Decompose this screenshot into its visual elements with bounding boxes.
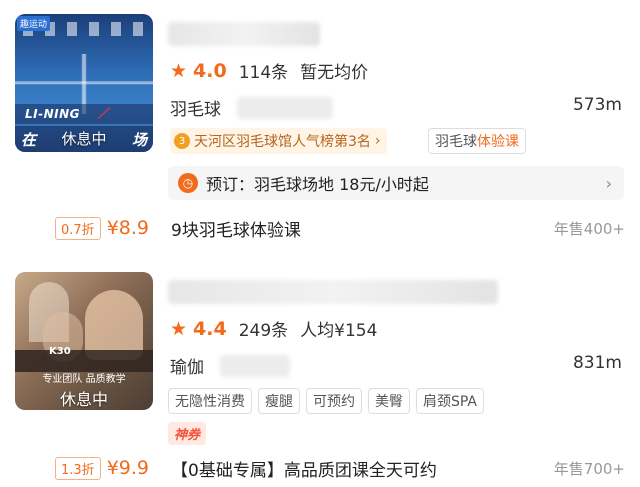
star-icon: ★ — [170, 317, 188, 340]
venue-name-blurred[interactable] — [168, 22, 320, 46]
venue-name-blurred[interactable] — [168, 280, 498, 304]
average-price: 暂无均价 — [300, 63, 369, 83]
medal-icon: 3 — [174, 133, 190, 149]
brand-banner: LI-NING ⟋ — [15, 104, 153, 124]
annual-sales: 年售400+ — [553, 219, 625, 238]
trial-tag-accent: 体验课 — [477, 134, 519, 150]
discount-badge: 0.7折 — [55, 216, 101, 240]
brand-label: LI-NING — [25, 107, 80, 121]
rating-score: 4.0 — [193, 59, 227, 82]
brand-label: K30 — [49, 346, 71, 357]
status-label: 休息中 — [59, 390, 108, 409]
feature-tag: 瘦腿 — [258, 388, 300, 414]
feature-tag: 可预约 — [306, 388, 362, 414]
area-blurred — [220, 354, 290, 377]
trial-tag-prefix: 羽毛球 — [435, 134, 477, 150]
deal-title: 9块羽毛球体验课 — [171, 220, 301, 241]
deal-price: ¥9.9 — [106, 457, 149, 479]
deal-row[interactable]: 1.3折 ¥9.9 【0基础专属】高品质团课全天可约 年售700+ — [55, 454, 625, 482]
rating-row: ★ 4.4 249条 人均¥154 — [170, 316, 378, 342]
category-row: 瑜伽 — [170, 353, 290, 378]
chevron-right-icon: › — [374, 133, 381, 149]
category-label: 羽毛球 — [170, 100, 221, 120]
review-count[interactable]: 114条 — [239, 58, 288, 83]
review-count[interactable]: 249条 — [239, 316, 288, 341]
booking-entry[interactable]: ◷ 预订：羽毛球场地 18元/小时起 › — [168, 166, 624, 200]
rating-row: ★ 4.0 114条 暂无均价 — [170, 58, 369, 84]
coupon-badge: 神券 — [168, 422, 207, 445]
venue-thumbnail[interactable]: 趣运动 LI-NING ⟋ 在 场 休息中 — [15, 14, 153, 152]
feature-tag: 无隐性消费 — [168, 388, 252, 414]
chevron-right-icon: › — [605, 173, 612, 193]
category-label: 瑜伽 — [170, 358, 204, 378]
distance-label: 573m — [572, 95, 622, 115]
category-row: 羽毛球 — [170, 95, 333, 120]
listing-card-yoga[interactable]: K30 专业团队 品质教学 休息中 ★ 4.4 249条 人均¥154 瑜伽 8… — [0, 258, 640, 487]
booking-text: 预订：羽毛球场地 18元/小时起 — [206, 175, 429, 194]
feature-tags: 无隐性消费 瘦腿 可预约 美臀 肩颈SPA — [168, 388, 490, 414]
trial-class-tag: 羽毛球 体验课 — [428, 128, 526, 154]
rating-score: 4.4 — [193, 317, 227, 340]
deal-price: ¥8.9 — [106, 217, 149, 239]
equipment-decoration — [15, 350, 153, 372]
feature-tag: 肩颈SPA — [416, 388, 485, 414]
slogan-text: 专业团队 品质教学 — [42, 374, 126, 385]
thumbnail-corner-tag: 趣运动 — [17, 16, 51, 31]
deal-row[interactable]: 0.7折 ¥8.9 9块羽毛球体验课 年售400+ — [55, 214, 625, 242]
feature-tag: 美臀 — [368, 388, 410, 414]
ranking-text: 天河区羽毛球馆人气榜第3名 — [194, 134, 371, 150]
discount-badge: 1.3折 — [55, 456, 101, 480]
annual-sales: 年售700+ — [553, 459, 625, 478]
star-icon: ★ — [170, 59, 188, 82]
ranking-badge[interactable]: 3 天河区羽毛球馆人气榜第3名 › — [170, 128, 387, 154]
clock-icon: ◷ — [178, 173, 198, 193]
distance-label: 831m — [572, 353, 622, 373]
deal-title: 【0基础专属】高品质团课全天可约 — [171, 460, 437, 481]
status-label: 休息中 — [61, 130, 107, 148]
average-price: 人均¥154 — [300, 321, 378, 341]
area-blurred — [237, 96, 333, 119]
listing-card-badminton[interactable]: 趣运动 LI-NING ⟋ 在 场 休息中 ★ 4.0 114条 暂无均价 羽毛… — [0, 0, 640, 255]
venue-thumbnail[interactable]: K30 专业团队 品质教学 休息中 — [15, 272, 153, 410]
brand-logo-icon: ⟋ — [98, 106, 109, 122]
